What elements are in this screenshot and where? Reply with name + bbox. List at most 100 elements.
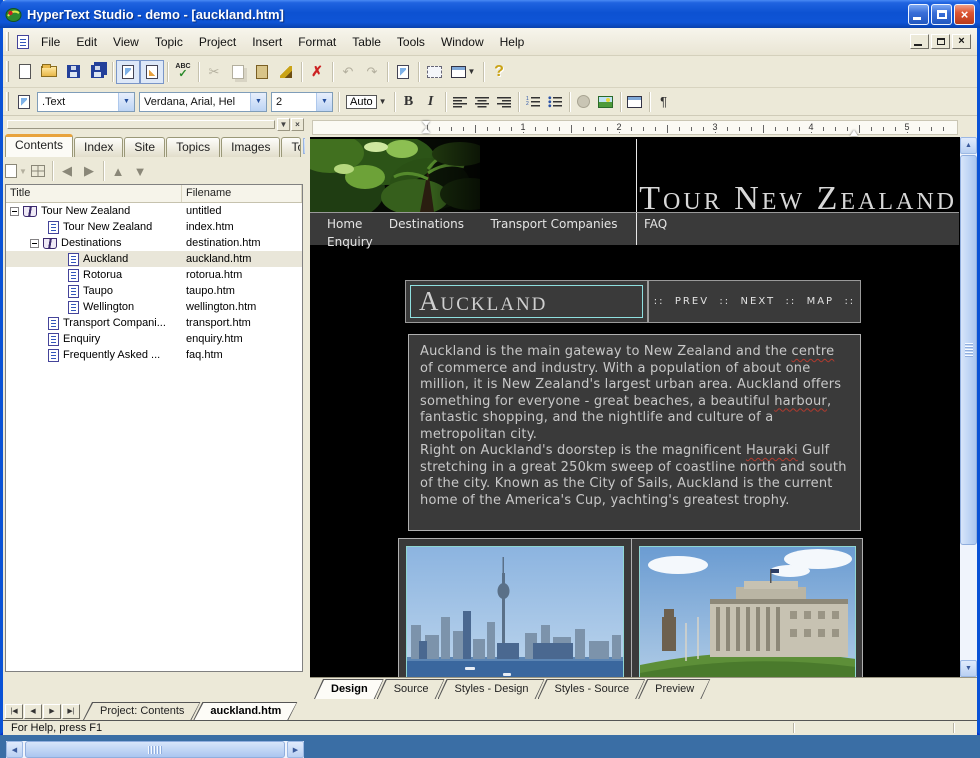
style-manager-button[interactable] [13, 91, 35, 113]
menu-help[interactable]: Help [492, 32, 533, 52]
mdi-close-button[interactable]: × [952, 34, 971, 49]
mdi-restore-button[interactable] [931, 34, 950, 49]
heading-box[interactable]: Auckland [410, 285, 643, 318]
delete-button[interactable]: ✗ [305, 60, 329, 84]
body-text-cell[interactable]: Auckland is the main gateway to New Zeal… [408, 334, 861, 531]
redo-button[interactable]: ↷ [360, 60, 384, 84]
tab-contents[interactable]: Contents [5, 134, 73, 157]
next-link[interactable]: NEXT [741, 296, 776, 307]
page-canvas[interactable]: Tour New Zealand Home Destinations Trans… [310, 137, 977, 677]
menu-table[interactable]: Table [344, 32, 389, 52]
align-right-button[interactable] [493, 91, 515, 113]
tab-styles-source[interactable]: Styles - Source [538, 679, 647, 699]
menu-insert[interactable]: Insert [244, 32, 290, 52]
mdi-minimize-button[interactable] [910, 34, 929, 49]
font-size-select[interactable]: 2 ▼ [271, 92, 333, 112]
toolbar-gripper[interactable] [6, 32, 9, 51]
museum-photo[interactable] [639, 546, 856, 677]
tab-stop-marker[interactable] [850, 126, 858, 136]
images-table[interactable] [398, 538, 863, 677]
paste-button[interactable] [250, 60, 274, 84]
nav-enquiry-link[interactable]: Enquiry [327, 235, 373, 249]
tab-topics[interactable]: Topics [166, 137, 220, 157]
tree-row[interactable]: Tour New Zealand untitled [6, 203, 302, 219]
tree-row[interactable]: Frequently Asked ... faq.htm [6, 347, 302, 363]
workspace-toggle-button[interactable] [116, 60, 140, 84]
scrollbar-thumb[interactable] [25, 741, 285, 758]
tab-index[interactable]: Index [74, 137, 123, 157]
align-left-button[interactable] [449, 91, 471, 113]
tree-row[interactable]: Enquiry enquiry.htm [6, 331, 302, 347]
format-painter-button[interactable] [274, 60, 298, 84]
scroll-down-button[interactable]: ▼ [960, 660, 977, 677]
tree-row-selected[interactable]: Auckland auckland.htm [6, 251, 302, 267]
save-button[interactable] [61, 60, 85, 84]
tab-project-contents[interactable]: Project: Contents [83, 702, 201, 720]
prev-tab-button[interactable]: ◀ [24, 704, 42, 719]
show-paragraph-button[interactable]: ¶ [653, 91, 675, 113]
column-filename[interactable]: Filename [182, 185, 302, 202]
prev-link[interactable]: PREV [675, 296, 709, 307]
move-down-button[interactable]: ▼ [129, 160, 151, 182]
menu-format[interactable]: Format [290, 32, 344, 52]
nav-faq-link[interactable]: FAQ [644, 217, 667, 231]
last-tab-button[interactable]: ▶| [62, 704, 80, 719]
insert-table-button[interactable] [422, 60, 446, 84]
heading-banner[interactable]: Auckland :: PREV :: NEXT :: MAP [405, 280, 861, 323]
numbered-list-button[interactable]: 12 [522, 91, 544, 113]
style-select[interactable]: .Text ▼ [37, 92, 135, 112]
tab-styles-design[interactable]: Styles - Design [438, 679, 546, 699]
font-color-button[interactable]: Auto ▼ [342, 93, 391, 111]
menu-topic[interactable]: Topic [147, 32, 191, 52]
menu-window[interactable]: Window [433, 32, 492, 52]
tab-source[interactable]: Source [377, 679, 446, 699]
spellcheck-button[interactable]: ABC✓ [171, 60, 195, 84]
copy-button[interactable] [226, 60, 250, 84]
menu-project[interactable]: Project [191, 32, 244, 52]
menu-tools[interactable]: Tools [389, 32, 433, 52]
save-all-button[interactable] [85, 60, 109, 84]
help-button[interactable]: ? [487, 60, 511, 84]
insert-element-button[interactable]: ▼ [446, 60, 480, 84]
tree-row[interactable]: Transport Compani... transport.htm [6, 315, 302, 331]
column-title[interactable]: Title [6, 185, 182, 202]
split-view-button[interactable] [27, 160, 49, 182]
move-left-button[interactable]: ◀ [56, 160, 78, 182]
tab-top[interactable]: Top [281, 137, 301, 157]
pane-gripper[interactable] [7, 120, 275, 129]
scroll-left-button[interactable]: ◀ [6, 741, 23, 758]
tab-images[interactable]: Images [221, 137, 280, 157]
image-cell[interactable] [631, 539, 863, 677]
tab-preview[interactable]: Preview [638, 679, 711, 699]
new-document-button[interactable] [13, 60, 37, 84]
minimize-button[interactable] [908, 4, 929, 25]
pager-cell[interactable]: :: PREV :: NEXT :: MAP :: [649, 281, 860, 322]
tree-row[interactable]: Wellington wellington.htm [6, 299, 302, 315]
scroll-right-button[interactable]: ▶ [287, 741, 304, 758]
move-up-button[interactable]: ▲ [107, 160, 129, 182]
menu-view[interactable]: View [105, 32, 147, 52]
map-link[interactable]: MAP [807, 296, 835, 307]
skyline-photo[interactable] [406, 546, 624, 677]
tab-site[interactable]: Site [124, 137, 165, 157]
align-center-button[interactable] [471, 91, 493, 113]
scrollbar-thumb[interactable] [960, 155, 977, 545]
menu-edit[interactable]: Edit [68, 32, 105, 52]
hyperlink-button[interactable] [573, 91, 595, 113]
pane-close-button[interactable]: × [291, 118, 304, 131]
maximize-button[interactable] [931, 4, 952, 25]
close-button[interactable]: × [954, 4, 975, 25]
site-title-cell[interactable]: Tour New Zealand [636, 139, 959, 212]
cut-button[interactable]: ✂ [202, 60, 226, 84]
properties-button[interactable] [391, 60, 415, 84]
scroll-up-button[interactable]: ▲ [960, 137, 977, 154]
first-tab-button[interactable]: |◀ [5, 704, 23, 719]
font-select[interactable]: Verdana, Arial, Hel ▼ [139, 92, 267, 112]
nav-transport-link[interactable]: Transport Companies [490, 217, 617, 231]
bulleted-list-button[interactable] [544, 91, 566, 113]
tree-row[interactable]: Taupo taupo.htm [6, 283, 302, 299]
table-grid-button[interactable] [624, 91, 646, 113]
new-topic-button[interactable]: ▼ [5, 160, 27, 182]
tree-row[interactable]: Destinations destination.htm [6, 235, 302, 251]
expander-icon[interactable] [30, 239, 39, 248]
